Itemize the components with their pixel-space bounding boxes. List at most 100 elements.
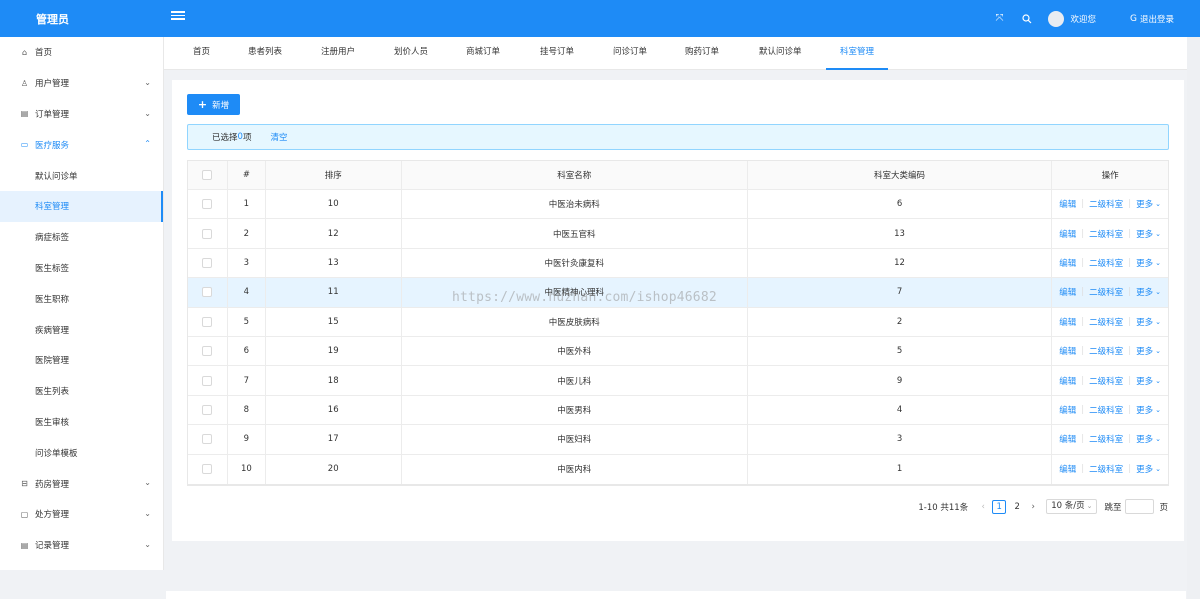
row-checkbox[interactable] bbox=[202, 287, 213, 298]
sub-department-link[interactable]: 二级科室 bbox=[1089, 433, 1123, 445]
cell-sort: 11 bbox=[266, 278, 402, 307]
cell-sort: 19 bbox=[266, 336, 402, 366]
page-2[interactable]: 2 bbox=[1010, 500, 1024, 514]
row-checkbox[interactable] bbox=[202, 199, 213, 210]
row-checkbox[interactable] bbox=[202, 434, 213, 445]
next-page-icon[interactable]: › bbox=[1026, 502, 1040, 512]
edit-link[interactable]: 编辑 bbox=[1059, 345, 1076, 357]
logout-button[interactable]: G 退出登录 bbox=[1130, 13, 1174, 25]
table-row[interactable]: 1 10 中医治未病科 6 编辑 | 二级科室 | 更多 ⌄ bbox=[188, 190, 1168, 220]
edit-link[interactable]: 编辑 bbox=[1059, 463, 1076, 475]
sub-department-link[interactable]: 二级科室 bbox=[1089, 375, 1123, 387]
edit-link[interactable]: 编辑 bbox=[1059, 404, 1076, 416]
table-row[interactable]: 9 17 中医妇科 3 编辑 | 二级科室 | 更多 ⌄ bbox=[188, 425, 1168, 455]
tab[interactable]: 患者列表 bbox=[248, 37, 282, 70]
edit-link[interactable]: 编辑 bbox=[1059, 286, 1076, 298]
sidebar-item[interactable]: ▭ 医疗服务 ⌃ bbox=[0, 129, 163, 160]
table-row[interactable]: 8 16 中医男科 4 编辑 | 二级科室 | 更多 ⌄ bbox=[188, 395, 1168, 426]
row-checkbox[interactable] bbox=[202, 404, 213, 415]
edit-link[interactable]: 编辑 bbox=[1059, 257, 1076, 269]
sidebar-item[interactable]: ⊟ 药房管理 ⌄ bbox=[0, 468, 163, 499]
sidebar-item-label: 订单管理 bbox=[35, 109, 70, 120]
sidebar-item[interactable]: 医生标签 bbox=[0, 253, 163, 284]
cell-actions: 编辑 | 二级科室 | 更多 ⌄ bbox=[1052, 219, 1168, 247]
cell-index: 7 bbox=[228, 366, 266, 395]
row-checkbox[interactable] bbox=[202, 257, 213, 268]
row-checkbox[interactable] bbox=[202, 375, 213, 386]
more-dropdown[interactable]: 更多 bbox=[1136, 463, 1153, 475]
sidebar-item[interactable]: ▤ 记录管理 ⌄ bbox=[0, 530, 163, 561]
tab[interactable]: 划价人员 bbox=[394, 37, 428, 70]
sub-department-link[interactable]: 二级科室 bbox=[1089, 404, 1123, 416]
row-checkbox[interactable] bbox=[202, 464, 213, 475]
select-all-checkbox[interactable] bbox=[202, 170, 213, 180]
row-checkbox[interactable] bbox=[202, 346, 213, 357]
row-checkbox[interactable] bbox=[202, 316, 213, 327]
sub-department-link[interactable]: 二级科室 bbox=[1089, 286, 1123, 298]
sidebar-item[interactable]: 医生审核 bbox=[0, 407, 163, 438]
edit-link[interactable]: 编辑 bbox=[1059, 375, 1076, 387]
add-button[interactable]: + 新增 bbox=[187, 94, 240, 115]
sidebar-item[interactable]: 默认问诊单 bbox=[0, 160, 163, 191]
chevron-icon: ⌃ bbox=[144, 139, 151, 149]
table-row[interactable]: 5 15 中医皮肤病科 2 编辑 | 二级科室 | 更多 ⌄ bbox=[188, 307, 1168, 337]
sidebar-item[interactable]: 问诊单模板 bbox=[0, 437, 163, 468]
more-dropdown[interactable]: 更多 bbox=[1136, 433, 1153, 445]
tab[interactable]: 科室管理 bbox=[826, 37, 889, 70]
sidebar-item[interactable]: 病症标签 bbox=[0, 222, 163, 253]
table-row[interactable]: 2 12 中医五官科 13 编辑 | 二级科室 | 更多 ⌄ bbox=[188, 219, 1168, 249]
divider: | bbox=[1128, 287, 1132, 298]
tab[interactable]: 挂号订单 bbox=[540, 37, 574, 70]
more-dropdown[interactable]: 更多 bbox=[1136, 228, 1153, 240]
table-row[interactable]: 3 13 中医针灸康复科 12 编辑 | 二级科室 | 更多 ⌄ bbox=[188, 248, 1168, 279]
tab[interactable]: 商城订单 bbox=[466, 37, 500, 70]
table-row[interactable]: 7 18 中医儿科 9 编辑 | 二级科室 | 更多 ⌄ bbox=[188, 366, 1168, 396]
clear-selection-link[interactable]: 清空 bbox=[270, 131, 287, 143]
more-dropdown[interactable]: 更多 bbox=[1136, 257, 1153, 269]
page-scrollbar[interactable] bbox=[1187, 37, 1200, 599]
edit-link[interactable]: 编辑 bbox=[1059, 316, 1076, 328]
sidebar-item[interactable]: ▢ 处方管理 ⌄ bbox=[0, 499, 163, 530]
page-size-select[interactable]: 10 条/页 ⌄ bbox=[1046, 499, 1098, 514]
prev-page-icon[interactable]: ‹ bbox=[976, 502, 990, 512]
sidebar-item[interactable]: 医生列表 bbox=[0, 376, 163, 407]
sidebar-item[interactable]: 医院管理 bbox=[0, 345, 163, 376]
edit-link[interactable]: 编辑 bbox=[1059, 228, 1076, 240]
sub-department-link[interactable]: 二级科室 bbox=[1089, 316, 1123, 328]
sub-department-link[interactable]: 二级科室 bbox=[1089, 345, 1123, 357]
tab[interactable]: 注册用户 bbox=[321, 37, 355, 70]
table-row[interactable]: 10 20 中医内科 1 编辑 | 二级科室 | 更多 ⌄ bbox=[188, 454, 1168, 484]
more-dropdown[interactable]: 更多 bbox=[1136, 198, 1153, 210]
sidebar-item[interactable]: ▤ 订单管理 ⌄ bbox=[0, 99, 163, 130]
sidebar-item[interactable]: 疾病管理 bbox=[0, 314, 163, 345]
table-row[interactable]: 6 19 中医外科 5 编辑 | 二级科室 | 更多 ⌄ bbox=[188, 336, 1168, 367]
more-dropdown[interactable]: 更多 bbox=[1136, 404, 1153, 416]
sub-department-link[interactable]: 二级科室 bbox=[1089, 257, 1123, 269]
sub-department-link[interactable]: 二级科室 bbox=[1089, 463, 1123, 475]
sidebar-item[interactable]: 科室管理 bbox=[0, 190, 163, 222]
menu-collapse-icon[interactable] bbox=[171, 9, 185, 23]
tab[interactable]: 默认问诊单 bbox=[759, 37, 802, 70]
row-checkbox[interactable] bbox=[202, 228, 213, 239]
page-unit-label: 页 bbox=[1159, 502, 1168, 513]
more-dropdown[interactable]: 更多 bbox=[1136, 286, 1153, 298]
tab[interactable]: 首页 bbox=[193, 37, 210, 70]
search-icon[interactable] bbox=[1020, 12, 1034, 26]
sidebar-item[interactable]: ⌂ 首页 bbox=[0, 37, 163, 68]
sidebar-item[interactable]: 医生职称 bbox=[0, 283, 163, 314]
edit-link[interactable]: 编辑 bbox=[1059, 198, 1076, 210]
more-dropdown[interactable]: 更多 bbox=[1136, 345, 1153, 357]
edit-link[interactable]: 编辑 bbox=[1059, 433, 1076, 445]
table-row[interactable]: 4 11 中医精神心理科 7 编辑 | 二级科室 | 更多 ⌄ bbox=[188, 278, 1168, 308]
tab[interactable]: 购药订单 bbox=[685, 37, 719, 70]
jump-page-input[interactable] bbox=[1125, 499, 1155, 514]
more-dropdown[interactable]: 更多 bbox=[1136, 375, 1153, 387]
sidebar-item[interactable]: ♙ 用户管理 ⌄ bbox=[0, 68, 163, 99]
sub-department-link[interactable]: 二级科室 bbox=[1089, 228, 1123, 240]
page-1[interactable]: 1 bbox=[992, 499, 1007, 514]
avatar[interactable] bbox=[1048, 10, 1065, 27]
sub-department-link[interactable]: 二级科室 bbox=[1089, 198, 1123, 210]
fullscreen-icon[interactable]: ⤧ bbox=[992, 12, 1006, 26]
more-dropdown[interactable]: 更多 bbox=[1136, 316, 1153, 328]
tab[interactable]: 问诊订单 bbox=[613, 37, 647, 70]
